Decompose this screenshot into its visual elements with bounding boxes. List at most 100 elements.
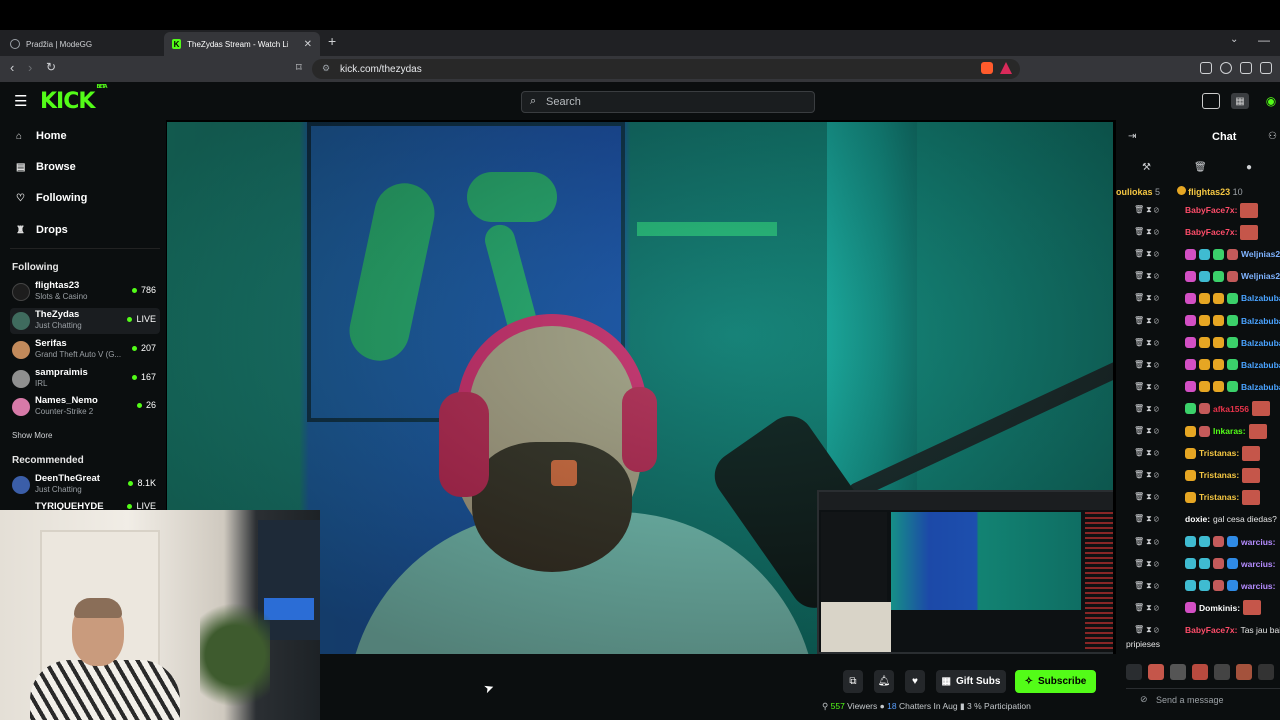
close-tab-icon[interactable]: ✕: [304, 39, 312, 50]
url-bar[interactable]: ⚙ kick.com/thezydas: [312, 59, 1020, 79]
chat-username[interactable]: Tristanas:: [1199, 448, 1239, 458]
tab-search-chevron-icon[interactable]: ⌄: [1230, 34, 1238, 45]
wallet-icon[interactable]: [1260, 62, 1272, 74]
reload-icon[interactable]: ↻: [46, 60, 56, 74]
chat-username[interactable]: Balzabuba: [1241, 382, 1280, 392]
sidebar-channel[interactable]: TheZydas Just Chatting LIVE: [10, 308, 160, 334]
chat-username[interactable]: Balzabuba: [1241, 316, 1280, 326]
emote[interactable]: [1148, 664, 1164, 680]
sidebar-channel[interactable]: Names_Nemo Counter-Strike 2 26: [10, 394, 160, 420]
chat-username[interactable]: Inkaras:: [1213, 426, 1246, 436]
sidebar-channel[interactable]: Serifas Grand Theft Auto V (G... 207: [10, 337, 160, 363]
mod-actions-icon[interactable]: 🗑︎⧗⊘: [1134, 470, 1182, 480]
clear-chat-trash-icon[interactable]: 🗑︎: [1194, 162, 1207, 173]
notifications-button[interactable]: 🔔︎: [874, 670, 894, 693]
chat-username[interactable]: doxie:: [1185, 514, 1210, 524]
chat-username[interactable]: Balzabuba: [1241, 338, 1280, 348]
mod-actions-icon[interactable]: 🗑︎⧗⊘: [1134, 227, 1182, 237]
subscribe-button[interactable]: ✧ Subscribe: [1015, 670, 1096, 693]
chat-username[interactable]: Balzabuba: [1241, 293, 1280, 303]
mod-actions-icon[interactable]: 🗑︎⧗⊘: [1134, 559, 1182, 569]
extensions-icon[interactable]: [1200, 62, 1212, 74]
chat-username[interactable]: afka1556: [1213, 404, 1249, 414]
clip-button[interactable]: ⧉: [843, 670, 863, 693]
new-tab-button[interactable]: +: [328, 33, 336, 49]
show-more-link[interactable]: Show More: [12, 431, 52, 440]
sidebar-channel[interactable]: TYRIQUEHYDE LIVE: [10, 500, 160, 510]
chat-input[interactable]: ⊘ Send a message: [1126, 688, 1280, 710]
user-badge-icon: [1199, 558, 1210, 570]
emote[interactable]: [1170, 664, 1186, 680]
sidebar-channel[interactable]: sampraimis IRL 167: [10, 366, 160, 392]
mod-hammer-icon[interactable]: ⚒: [1142, 162, 1151, 173]
chat-username[interactable]: Weljnias2: [1241, 271, 1280, 281]
mod-actions-icon[interactable]: 🗑︎⧗⊘: [1134, 625, 1182, 635]
hamburger-menu-icon[interactable]: ☰: [14, 92, 27, 110]
chat-username[interactable]: Tristanas:: [1199, 470, 1239, 480]
emote[interactable]: [1126, 664, 1142, 680]
mod-actions-icon[interactable]: 🗑︎⧗⊘: [1134, 426, 1182, 436]
chat-users-icon[interactable]: ⚇: [1268, 131, 1277, 142]
mod-actions-icon[interactable]: 🗑︎⧗⊘: [1134, 537, 1182, 547]
capture-video: [891, 512, 1081, 610]
viewer-count-text: 167: [140, 372, 156, 382]
mod-actions-icon[interactable]: 🗑︎⧗⊘: [1134, 603, 1182, 613]
mod-actions-icon[interactable]: 🗑︎⧗⊘: [1134, 293, 1182, 303]
mod-actions-icon[interactable]: 🗑︎⧗⊘: [1134, 382, 1182, 392]
mod-actions-icon[interactable]: 🗑︎⧗⊘: [1134, 271, 1182, 281]
forward-icon[interactable]: ›: [28, 60, 32, 75]
minimize-window-icon[interactable]: —: [1258, 33, 1270, 47]
chat-username[interactable]: Tristanas:: [1199, 492, 1239, 502]
stream-stats: ⚲ 557 Viewers ● 18 Chatters In Aug ▮ 3 %…: [822, 701, 1031, 712]
kick-status-icon[interactable]: ◉: [1262, 93, 1280, 109]
chat-message: 🗑︎⧗⊘ Balzabuba: [1134, 312, 1280, 330]
sidebar-toggle-icon[interactable]: [1240, 62, 1252, 74]
theater-mode-icon[interactable]: [1202, 93, 1220, 109]
chat-username[interactable]: BabyFace7x:: [1185, 205, 1237, 215]
back-icon[interactable]: ‹: [10, 60, 14, 75]
chat-username[interactable]: Domkinis:: [1199, 603, 1240, 613]
collapse-chat-icon[interactable]: ⇥: [1128, 131, 1136, 142]
mod-actions-icon[interactable]: 🗑︎⧗⊘: [1134, 581, 1182, 591]
gift-subs-button[interactable]: ▦ Gift Subs: [936, 670, 1006, 693]
bookmark-icon[interactable]: ⌑: [296, 61, 302, 74]
emote[interactable]: [1258, 664, 1274, 680]
capture-sidebar: [821, 512, 887, 610]
layout-icon[interactable]: ▦: [1231, 93, 1249, 109]
browser-tab-modegg[interactable]: Pradžia | ModeGG: [2, 32, 162, 56]
mod-actions-icon[interactable]: 🗑︎⧗⊘: [1134, 492, 1182, 502]
mod-actions-icon[interactable]: 🗑︎⧗⊘: [1134, 404, 1182, 414]
chat-username[interactable]: BabyFace7x:: [1185, 625, 1237, 635]
chatters-label: Chatters In Aug: [898, 701, 958, 711]
kick-logo[interactable]: KICKBETA: [40, 84, 108, 114]
mod-actions-icon[interactable]: 🗑︎⧗⊘: [1134, 448, 1182, 458]
mod-actions-icon[interactable]: 🗑︎⧗⊘: [1134, 249, 1182, 259]
nav-drops[interactable]: ♜ Drops: [16, 224, 68, 236]
mod-actions-icon[interactable]: 🗑︎⧗⊘: [1134, 338, 1182, 348]
browser-tab-thezydas[interactable]: K TheZydas Stream - Watch Live o ✕: [164, 32, 320, 56]
chat-username[interactable]: BabyFace7x:: [1185, 227, 1237, 237]
media-icon[interactable]: [1220, 62, 1232, 74]
sidebar-channel[interactable]: flightas23 Slots & Casino 786: [10, 279, 160, 305]
site-info-icon[interactable]: ⚙: [322, 63, 330, 74]
brave-shield-icon[interactable]: [981, 62, 993, 74]
chat-username[interactable]: warcius:: [1241, 559, 1276, 569]
chat-username[interactable]: warcius:: [1241, 581, 1276, 591]
mod-actions-icon[interactable]: 🗑︎⧗⊘: [1134, 205, 1182, 215]
chat-bubble-icon[interactable]: ●: [1246, 162, 1252, 173]
follow-button[interactable]: ♥: [905, 670, 925, 693]
chat-username[interactable]: Weljnias2: [1241, 249, 1280, 259]
mod-actions-icon[interactable]: 🗑︎⧗⊘: [1134, 316, 1182, 326]
mod-actions-icon[interactable]: 🗑︎⧗⊘: [1134, 360, 1182, 370]
chat-username[interactable]: warcius:: [1241, 537, 1276, 547]
sidebar-channel[interactable]: DeenTheGreat Just Chatting 8.1K: [10, 472, 160, 498]
mod-actions-icon[interactable]: 🗑︎⧗⊘: [1134, 514, 1182, 524]
nav-browse[interactable]: ▤ Browse: [16, 161, 76, 173]
chat-username[interactable]: Balzabuba: [1241, 360, 1280, 370]
search-input[interactable]: ⌕ Search: [521, 91, 815, 113]
nav-home[interactable]: ⌂ Home: [16, 130, 67, 142]
nav-following[interactable]: ♡ Following: [16, 192, 87, 204]
emote[interactable]: [1236, 664, 1252, 680]
emote[interactable]: [1214, 664, 1230, 680]
emote[interactable]: [1192, 664, 1208, 680]
